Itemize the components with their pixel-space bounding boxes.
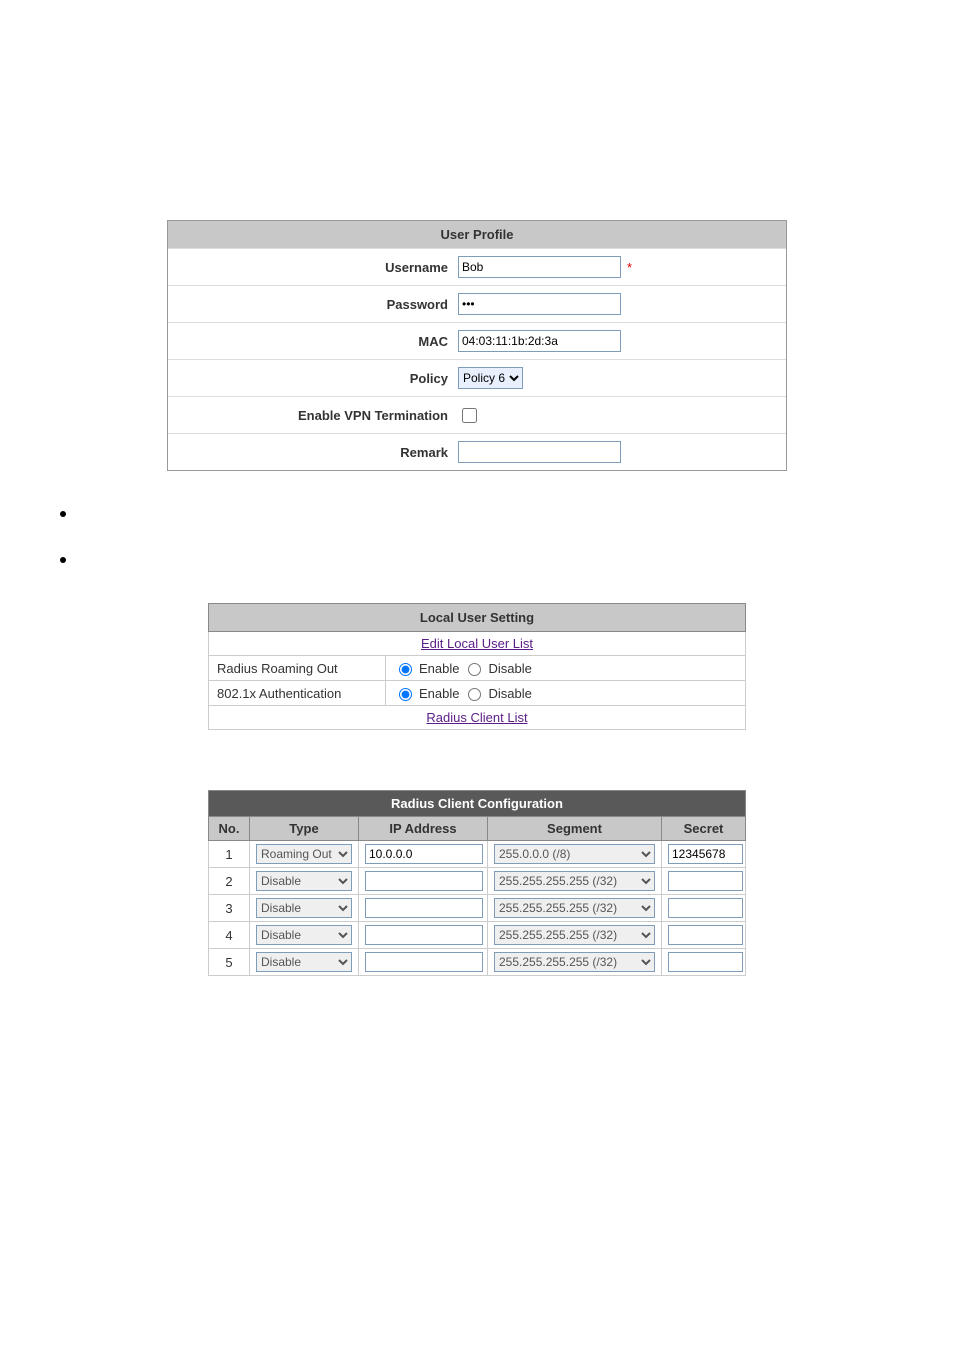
user-profile-panel: User Profile Username * Password MAC bbox=[167, 220, 787, 471]
rcc-segment-select[interactable]: 255.0.0.0 (/8)255.255.255.255 (/32) bbox=[494, 871, 655, 891]
label-username: Username bbox=[168, 260, 458, 275]
rcc-col-type: Type bbox=[250, 817, 359, 841]
rcc-type-select[interactable]: Roaming OutDisable bbox=[256, 952, 352, 972]
auth-enable-label: Enable bbox=[419, 686, 459, 701]
label-vpn: Enable VPN Termination bbox=[168, 408, 458, 423]
policy-select[interactable]: Policy 6 bbox=[458, 367, 523, 389]
rcc-ip-input[interactable] bbox=[365, 871, 483, 891]
rcc-secret-input[interactable] bbox=[668, 952, 743, 972]
local-user-setting-table: Local User Setting Edit Local User List … bbox=[208, 603, 746, 730]
row-password: Password bbox=[168, 286, 786, 323]
rcc-cell-no: 2 bbox=[209, 868, 250, 895]
user-profile-header: User Profile bbox=[168, 221, 786, 249]
rcc-secret-input[interactable] bbox=[668, 844, 743, 864]
rcc-cell-no: 5 bbox=[209, 949, 250, 976]
lus-8021x-label: 802.1x Authentication bbox=[209, 681, 386, 706]
rcc-row: 4 Roaming OutDisable 255.0.0.0 (/8)255.255… bbox=[209, 922, 746, 949]
rcc-segment-select[interactable]: 255.0.0.0 (/8)255.255.255.255 (/32) bbox=[494, 844, 655, 864]
row-remark: Remark bbox=[168, 434, 786, 470]
lus-roaming-label: Radius Roaming Out bbox=[209, 656, 386, 681]
rcc-type-select[interactable]: Roaming OutDisable bbox=[256, 871, 352, 891]
rcc-type-select[interactable]: Roaming OutDisable bbox=[256, 925, 352, 945]
radius-client-config-table: Radius Client Configuration No. Type IP … bbox=[208, 790, 746, 976]
rcc-row: 3 Roaming OutDisable 255.0.0.0 (/8)255.255… bbox=[209, 895, 746, 922]
radius-client-list-link[interactable]: Radius Client List bbox=[426, 710, 527, 725]
auth-disable-radio[interactable] bbox=[468, 688, 481, 701]
rcc-ip-input[interactable] bbox=[365, 952, 483, 972]
rcc-cell-no: 4 bbox=[209, 922, 250, 949]
auth-disable-label: Disable bbox=[488, 686, 531, 701]
rcc-col-segment: Segment bbox=[488, 817, 662, 841]
mac-input[interactable] bbox=[458, 330, 621, 352]
rcc-cell-no: 3 bbox=[209, 895, 250, 922]
label-mac: MAC bbox=[168, 334, 458, 349]
lus-row-8021x: 802.1x Authentication Enable Disable bbox=[209, 681, 746, 706]
rcc-secret-input[interactable] bbox=[668, 871, 743, 891]
rcc-segment-select[interactable]: 255.0.0.0 (/8)255.255.255.255 (/32) bbox=[494, 925, 655, 945]
lus-row-roaming: Radius Roaming Out Enable Disable bbox=[209, 656, 746, 681]
label-password: Password bbox=[168, 297, 458, 312]
rcc-segment-select[interactable]: 255.0.0.0 (/8)255.255.255.255 (/32) bbox=[494, 898, 655, 918]
bullet-icon bbox=[60, 557, 66, 563]
row-vpn-termination: Enable VPN Termination bbox=[168, 397, 786, 434]
rcc-row: 2 Roaming OutDisable 255.0.0.0 (/8)255.255… bbox=[209, 868, 746, 895]
rcc-segment-select[interactable]: 255.0.0.0 (/8)255.255.255.255 (/32) bbox=[494, 952, 655, 972]
rcc-row: 5 Roaming OutDisable 255.0.0.0 (/8)255.255… bbox=[209, 949, 746, 976]
remark-input[interactable] bbox=[458, 441, 621, 463]
roaming-disable-label: Disable bbox=[488, 661, 531, 676]
bullet-list bbox=[60, 511, 954, 563]
roaming-disable-radio[interactable] bbox=[468, 663, 481, 676]
rcc-col-ip: IP Address bbox=[359, 817, 488, 841]
rcc-type-select[interactable]: Roaming OutDisable bbox=[256, 898, 352, 918]
rcc-ip-input[interactable] bbox=[365, 844, 483, 864]
vpn-checkbox[interactable] bbox=[462, 408, 477, 423]
lus-header: Local User Setting bbox=[209, 604, 746, 632]
rcc-secret-input[interactable] bbox=[668, 898, 743, 918]
bullet-icon bbox=[60, 511, 66, 517]
rcc-row: 1 Roaming OutDisable 255.0.0.0 (/8)255.255… bbox=[209, 841, 746, 868]
label-policy: Policy bbox=[168, 371, 458, 386]
row-policy: Policy Policy 6 bbox=[168, 360, 786, 397]
rcc-ip-input[interactable] bbox=[365, 898, 483, 918]
password-input[interactable] bbox=[458, 293, 621, 315]
rcc-type-select[interactable]: Roaming OutDisable bbox=[256, 844, 352, 864]
auth-enable-radio[interactable] bbox=[399, 688, 412, 701]
row-username: Username * bbox=[168, 249, 786, 286]
label-remark: Remark bbox=[168, 445, 458, 460]
required-marker: * bbox=[627, 260, 632, 275]
row-mac: MAC bbox=[168, 323, 786, 360]
rcc-col-no: No. bbox=[209, 817, 250, 841]
rcc-ip-input[interactable] bbox=[365, 925, 483, 945]
rcc-secret-input[interactable] bbox=[668, 925, 743, 945]
rcc-cell-no: 1 bbox=[209, 841, 250, 868]
rcc-col-secret: Secret bbox=[662, 817, 746, 841]
roaming-enable-label: Enable bbox=[419, 661, 459, 676]
edit-local-user-list-link[interactable]: Edit Local User List bbox=[421, 636, 533, 651]
username-input[interactable] bbox=[458, 256, 621, 278]
rcc-title: Radius Client Configuration bbox=[209, 791, 746, 817]
roaming-enable-radio[interactable] bbox=[399, 663, 412, 676]
